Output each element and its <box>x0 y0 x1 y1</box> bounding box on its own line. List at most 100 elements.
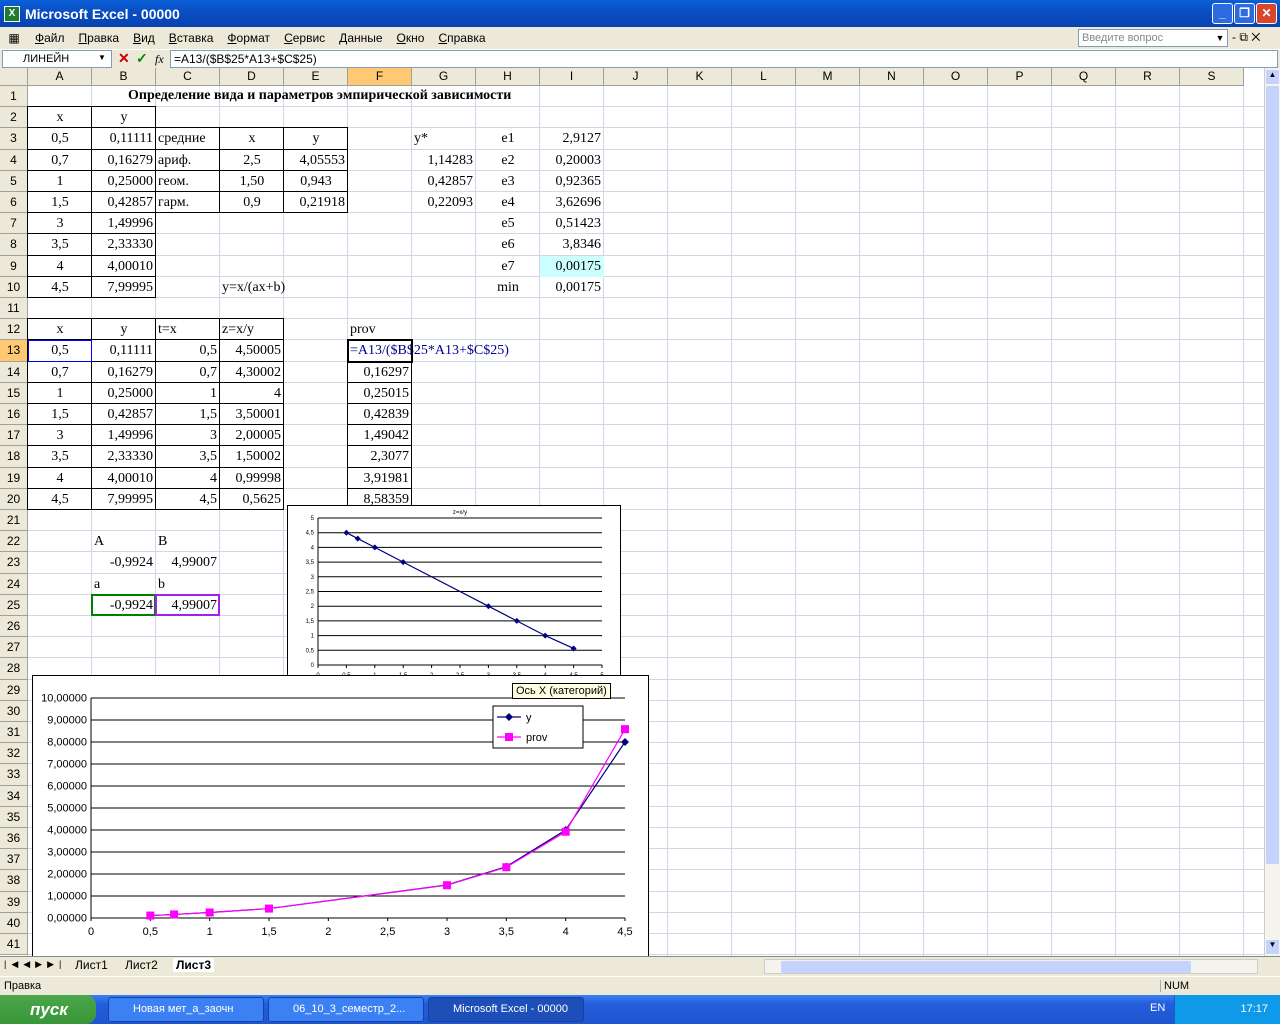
B-value[interactable]: 4,99007 <box>156 552 220 573</box>
menu-tools[interactable]: Сервис <box>277 31 332 45</box>
e-label[interactable]: e2 <box>476 150 540 171</box>
column-header[interactable]: E <box>284 68 348 86</box>
chevron-down-icon[interactable]: ▼ <box>1214 30 1226 46</box>
y-value[interactable]: 2,33330 <box>92 234 156 255</box>
column-header[interactable]: P <box>988 68 1052 86</box>
e-label[interactable]: e6 <box>476 234 540 255</box>
t-value[interactable]: 4 <box>156 468 220 489</box>
tab-nav-icons[interactable]: |◀◀▶▶| <box>4 959 66 970</box>
x-value[interactable]: 1 <box>28 171 92 192</box>
x-value2[interactable]: 0,7 <box>28 362 92 383</box>
column-header[interactable]: J <box>604 68 668 86</box>
z-value[interactable]: 3,50001 <box>220 404 284 425</box>
means-label[interactable]: средние <box>156 128 220 149</box>
enter-check-icon[interactable]: ✓ <box>136 50 148 67</box>
column-header[interactable]: M <box>796 68 860 86</box>
row-header[interactable]: 14 <box>0 361 28 383</box>
A-value[interactable]: -0,9924 <box>92 552 156 573</box>
row-header[interactable]: 1 <box>0 86 28 108</box>
z-value[interactable]: 0,5625 <box>220 489 284 510</box>
row-header[interactable]: 13 <box>0 340 28 362</box>
x-value[interactable]: 1,5 <box>28 192 92 213</box>
ystar-value[interactable]: 0,22093 <box>412 192 476 213</box>
row-header[interactable]: 39 <box>0 891 28 913</box>
geom-y[interactable]: 0,943 <box>284 171 348 192</box>
header-x[interactable]: x <box>28 107 92 128</box>
x-value2[interactable]: 1 <box>28 383 92 404</box>
row-header[interactable]: 4 <box>0 149 28 171</box>
x-value[interactable]: 4 <box>28 256 92 277</box>
row-header[interactable]: 26 <box>0 616 28 638</box>
x-value2[interactable]: 3 <box>28 425 92 446</box>
x-value2[interactable]: 1,5 <box>28 404 92 425</box>
z-value[interactable]: 4,50005 <box>220 340 284 361</box>
x-value[interactable]: 3,5 <box>28 234 92 255</box>
e-value[interactable]: 0,92365 <box>540 171 604 192</box>
tab-sheet1[interactable]: Лист1 <box>75 958 108 972</box>
column-header[interactable]: R <box>1116 68 1180 86</box>
column-header[interactable]: L <box>732 68 796 86</box>
column-header[interactable]: F <box>348 68 412 86</box>
row-header[interactable]: 11 <box>0 298 28 320</box>
B-label[interactable]: B <box>156 531 220 552</box>
column-header[interactable]: Q <box>1052 68 1116 86</box>
header-y2[interactable]: y <box>92 319 156 340</box>
e-value[interactable]: 0,20003 <box>540 150 604 171</box>
scroll-thumb[interactable] <box>1266 86 1279 864</box>
hscroll-thumb[interactable] <box>781 961 1191 973</box>
y-value[interactable]: 0,11111 <box>92 128 156 149</box>
menu-view[interactable]: Вид <box>126 31 162 45</box>
z-value[interactable]: 0,99998 <box>220 468 284 489</box>
row-header[interactable]: 18 <box>0 446 28 468</box>
x-value[interactable]: 0,7 <box>28 150 92 171</box>
scroll-down-icon[interactable]: ▼ <box>1266 940 1279 954</box>
y-value[interactable]: 1,49996 <box>92 213 156 234</box>
y-value2[interactable]: 0,16279 <box>92 362 156 383</box>
b-label[interactable]: b <box>156 574 220 595</box>
z-value[interactable]: 1,50002 <box>220 446 284 467</box>
column-header[interactable]: B <box>92 68 156 86</box>
row-header[interactable]: 16 <box>0 404 28 426</box>
row-header[interactable]: 29 <box>0 679 28 701</box>
row-header[interactable]: 9 <box>0 255 28 277</box>
row-header[interactable]: 19 <box>0 467 28 489</box>
y-value2[interactable]: 1,49996 <box>92 425 156 446</box>
task-folder[interactable]: Новая мет_а_заочн <box>108 997 264 1022</box>
row-header[interactable]: 40 <box>0 912 28 934</box>
geom-x[interactable]: 1,50 <box>220 171 284 192</box>
column-header[interactable]: S <box>1180 68 1244 86</box>
t-value[interactable]: 0,7 <box>156 362 220 383</box>
y-value2[interactable]: 0,11111 <box>92 340 156 361</box>
e-label[interactable]: e4 <box>476 192 540 213</box>
menu-file[interactable]: Файл <box>28 31 72 45</box>
row-header[interactable]: 33 <box>0 764 28 786</box>
y-value2[interactable]: 0,25000 <box>92 383 156 404</box>
row-header[interactable]: 36 <box>0 828 28 850</box>
row-header[interactable]: 21 <box>0 510 28 532</box>
t-value[interactable]: 1 <box>156 383 220 404</box>
menu-insert[interactable]: Вставка <box>162 31 221 45</box>
menu-window[interactable]: Окно <box>390 31 432 45</box>
a-label[interactable]: a <box>92 574 156 595</box>
row-header[interactable]: 24 <box>0 573 28 595</box>
formula-input[interactable]: =A13/($B$25*A13+$C$25) <box>170 50 1278 68</box>
menu-data[interactable]: Данные <box>332 31 389 45</box>
e-label[interactable]: e5 <box>476 213 540 234</box>
row-header[interactable]: 7 <box>0 213 28 235</box>
ask-question-input[interactable]: Введите вопрос <box>1078 29 1228 47</box>
column-header[interactable]: N <box>860 68 924 86</box>
z-value[interactable]: 4 <box>220 383 284 404</box>
header-z[interactable]: z=x/y <box>220 319 284 340</box>
start-button[interactable]: пуск <box>0 995 96 1024</box>
name-box[interactable]: ЛИНЕЙН <box>2 50 112 68</box>
vertical-scrollbar[interactable]: ▲ ▼ <box>1264 68 1280 956</box>
chart-0[interactable]: 00,511,522,533,544,5500,511,522,533,544,… <box>287 505 621 690</box>
arith-label[interactable]: ариф. <box>156 150 220 171</box>
x-value2[interactable]: 3,5 <box>28 446 92 467</box>
menu-format[interactable]: Формат <box>220 31 277 45</box>
row-header[interactable]: 6 <box>0 192 28 214</box>
t-value[interactable]: 3 <box>156 425 220 446</box>
e-label[interactable]: e1 <box>476 128 540 149</box>
ystar-label[interactable]: y* <box>412 128 476 149</box>
task-word[interactable]: 06_10_3_семестр_2... <box>268 997 424 1022</box>
